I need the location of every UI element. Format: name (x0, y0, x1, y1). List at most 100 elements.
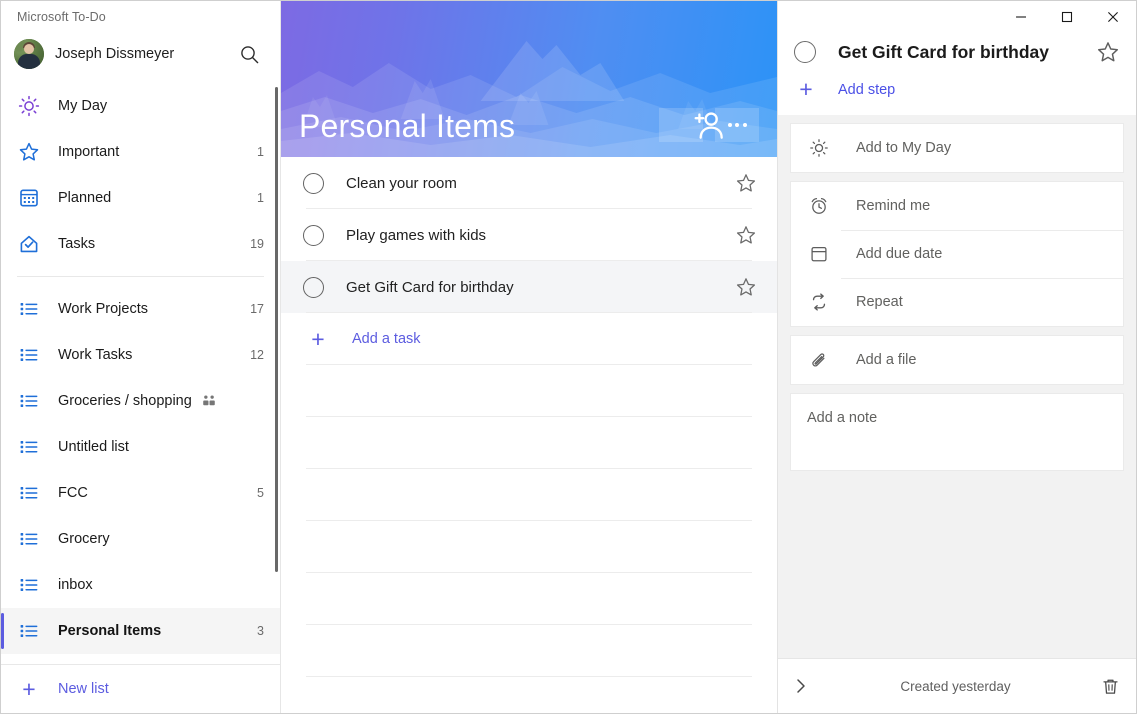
new-list-section: + New list (1, 664, 280, 713)
task-row[interactable]: Clean your room (281, 157, 777, 209)
detail-panel: Get Gift Card for birthday + Add step (778, 1, 1136, 713)
plus-icon: + (309, 328, 327, 351)
empty-list-row (281, 469, 777, 521)
task-list: Clean your room Play games with kids Get G… (281, 157, 777, 713)
sidebar-item-grocery[interactable]: Grocery (1, 516, 280, 562)
remind-me-label: Remind me (856, 198, 930, 214)
list-icon (17, 389, 41, 413)
maximize-icon[interactable] (1044, 1, 1090, 33)
created-label: Created yesterday (810, 679, 1101, 694)
detail-task-row: Get Gift Card for birthday (794, 36, 1120, 64)
sidebar-item-count: 19 (250, 237, 264, 251)
repeat-row[interactable]: Repeat (791, 278, 1123, 326)
note-placeholder: Add a note (807, 410, 1107, 426)
empty-list-row (281, 521, 777, 573)
sidebar-item-label: Tasks (58, 236, 250, 252)
add-step-button[interactable]: + Add step (794, 78, 1120, 101)
app-title: Microsoft To-Do (1, 1, 280, 31)
sidebar-item-count: 12 (250, 348, 264, 362)
add-task-button[interactable]: + Add a task (281, 313, 777, 365)
remind-me-row[interactable]: Remind me (791, 182, 1123, 230)
list-icon (17, 297, 41, 321)
home-check-icon (17, 232, 41, 256)
sidebar-item-label: Personal Items (58, 623, 257, 639)
add-a-file-row[interactable]: Add a file (791, 336, 1123, 384)
app-window: Microsoft To-Do Joseph Dissmeyer (0, 0, 1137, 714)
task-row[interactable]: Get Gift Card for birthday (281, 261, 777, 313)
add-step-label: Add step (838, 82, 895, 98)
account-row[interactable]: Joseph Dissmeyer (1, 31, 280, 77)
list-icon (17, 435, 41, 459)
sidebar-item-work-projects[interactable]: Work Projects17 (1, 286, 280, 332)
task-checkbox[interactable] (303, 225, 324, 246)
sidebar-item-count: 3 (257, 624, 264, 638)
empty-list-row (281, 573, 777, 625)
sidebar-item-label: Untitled list (58, 439, 264, 455)
plus-icon: + (796, 78, 816, 101)
task-checkbox[interactable] (794, 41, 816, 63)
alarm-clock-icon (807, 196, 831, 216)
star-icon[interactable] (735, 224, 757, 246)
task-checkbox[interactable] (303, 277, 324, 298)
main-panel: Personal Items Clean your room Play games… (281, 1, 778, 713)
note-card[interactable]: Add a note (790, 393, 1124, 471)
banner-actions (659, 108, 759, 142)
calendar-icon (807, 244, 831, 264)
page-title: Personal Items (299, 108, 515, 145)
sun-icon (807, 138, 831, 158)
add-to-my-day-row[interactable]: Add to My Day (791, 124, 1123, 172)
add-task-label: Add a task (352, 331, 421, 347)
sidebar-user-lists: Work Projects17Work Tasks12Groceries / s… (1, 286, 280, 654)
sidebar-item-personal-items[interactable]: Personal Items3 (1, 608, 280, 654)
account-name: Joseph Dissmeyer (55, 46, 234, 62)
detail-task-title[interactable]: Get Gift Card for birthday (838, 42, 1096, 63)
detail-header: Get Gift Card for birthday + Add step (778, 36, 1136, 115)
sidebar-item-important[interactable]: Important 1 (1, 129, 280, 175)
task-title: Play games with kids (346, 227, 735, 244)
sidebar-item-work-tasks[interactable]: Work Tasks12 (1, 332, 280, 378)
task-checkbox[interactable] (303, 173, 324, 194)
close-icon[interactable] (1090, 1, 1136, 33)
sidebar-item-label: Work Projects (58, 301, 250, 317)
sidebar-item-tasks[interactable]: Tasks 19 (1, 221, 280, 267)
sidebar-item-planned[interactable]: Planned 1 (1, 175, 280, 221)
task-title: Clean your room (346, 175, 735, 192)
star-icon[interactable] (735, 276, 757, 298)
list-icon (17, 343, 41, 367)
sidebar-item-label: Important (58, 144, 257, 160)
detail-footer: Created yesterday (778, 658, 1136, 713)
empty-list-row (281, 677, 777, 713)
sidebar-item-groceries-shopping[interactable]: Groceries / shopping (1, 378, 280, 424)
new-list-button[interactable]: + New list (1, 665, 280, 713)
search-icon[interactable] (234, 39, 264, 69)
sidebar-item-untitled-list[interactable]: Untitled list (1, 424, 280, 470)
sidebar-item-count: 5 (257, 486, 264, 500)
minimize-icon[interactable] (998, 1, 1044, 33)
calendar-icon (17, 186, 41, 210)
sidebar-item-inbox[interactable]: inbox (1, 562, 280, 608)
sidebar-item-count: 17 (250, 302, 264, 316)
star-icon[interactable] (735, 172, 757, 194)
task-row[interactable]: Play games with kids (281, 209, 777, 261)
trash-icon[interactable] (1101, 677, 1120, 696)
star-icon[interactable] (1096, 40, 1120, 64)
empty-list-row (281, 417, 777, 469)
add-due-date-row[interactable]: Add due date (791, 230, 1123, 278)
reminders-card: Remind me Add due date (790, 181, 1124, 327)
repeat-icon (807, 292, 831, 312)
task-title: Get Gift Card for birthday (346, 279, 735, 296)
my-day-card: Add to My Day (790, 123, 1124, 173)
sidebar-item-count: 1 (257, 191, 264, 205)
sidebar-item-fcc[interactable]: FCC5 (1, 470, 280, 516)
avatar[interactable] (14, 39, 44, 69)
sidebar-item-label: Groceries / shopping (58, 393, 192, 409)
sidebar-item-label: inbox (58, 577, 264, 593)
sidebar-nav: My Day Important 1 (1, 77, 280, 664)
file-card: Add a file (790, 335, 1124, 385)
sidebar-item-my-day[interactable]: My Day (1, 83, 280, 129)
add-person-icon[interactable] (659, 108, 703, 142)
chevron-right-icon[interactable] (792, 677, 810, 695)
sidebar: Microsoft To-Do Joseph Dissmeyer (1, 1, 281, 713)
list-icon (17, 481, 41, 505)
list-icon (17, 527, 41, 551)
